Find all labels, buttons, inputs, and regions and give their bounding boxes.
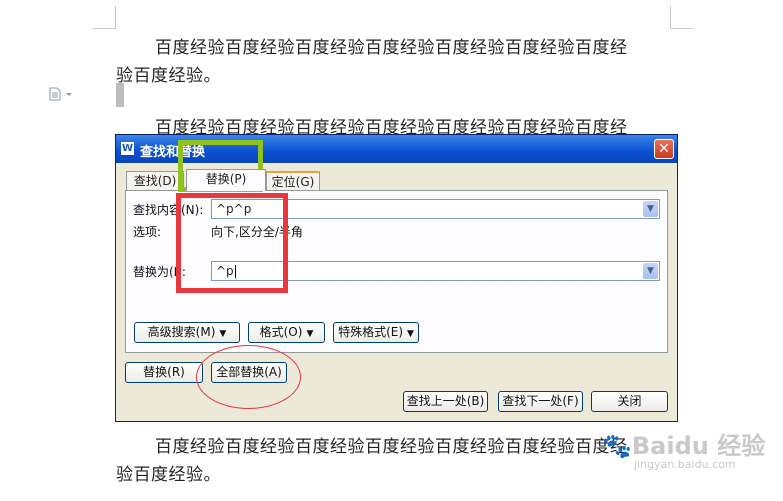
tab-locate[interactable]: 定位(G) xyxy=(266,171,320,191)
text-cursor-block xyxy=(116,83,124,107)
format-button[interactable]: 格式(O) ▼ xyxy=(248,322,325,343)
tab-find[interactable]: 查找(D) xyxy=(126,171,184,191)
find-previous-button[interactable]: 查找上一处(B) xyxy=(403,391,488,412)
advanced-search-label: 高级搜索(M) xyxy=(147,325,216,339)
close-button[interactable]: 关闭 xyxy=(591,391,668,412)
doc-paragraph-1-line-1: 百度经验百度经验百度经验百度经验百度经验百度经验百度经 xyxy=(155,38,628,58)
double-chevron-down-icon: ▼ xyxy=(219,329,227,339)
tab-replace[interactable]: 替换(P) xyxy=(186,169,266,191)
wps-app-icon: W xyxy=(121,142,134,155)
find-next-button[interactable]: 查找下一处(F) xyxy=(498,391,583,412)
document-margin-icon[interactable] xyxy=(48,86,74,101)
chevron-down-icon: ▼ xyxy=(306,329,314,339)
doc-paragraph-1-line-2: 验百度经验。 xyxy=(116,66,221,86)
page-corner-top-right xyxy=(670,6,693,29)
highlight-replace-all-circle xyxy=(196,345,301,409)
chevron-down-icon: ▼ xyxy=(407,329,414,339)
advanced-search-button[interactable]: 高级搜索(M) ▼ xyxy=(134,322,240,343)
doc-paragraph-3-line-1: 百度经验百度经验百度经验百度经验百度经验百度经验百度经 xyxy=(155,437,628,457)
special-format-label: 特殊格式(E) xyxy=(338,325,404,339)
close-icon[interactable]: ✕ xyxy=(654,139,674,159)
highlight-input-fields xyxy=(176,193,288,293)
replace-button[interactable]: 替换(R) xyxy=(125,362,203,383)
chevron-down-icon[interactable]: ▼ xyxy=(643,201,658,217)
watermark-url: jingyan.baidu.com xyxy=(634,458,736,471)
format-label: 格式(O) xyxy=(259,325,303,339)
watermark-brand: 🐾Baidu 经验 xyxy=(602,432,766,460)
doc-paragraph-3-line-2: 验百度经验。 xyxy=(116,465,221,485)
paw-icon: 🐾 xyxy=(602,432,632,460)
page-corner-top-left xyxy=(93,6,116,29)
chevron-down-icon[interactable]: ▼ xyxy=(643,263,658,279)
special-format-button[interactable]: 特殊格式(E) ▼ xyxy=(333,322,419,343)
options-label: 选项: xyxy=(133,225,162,239)
